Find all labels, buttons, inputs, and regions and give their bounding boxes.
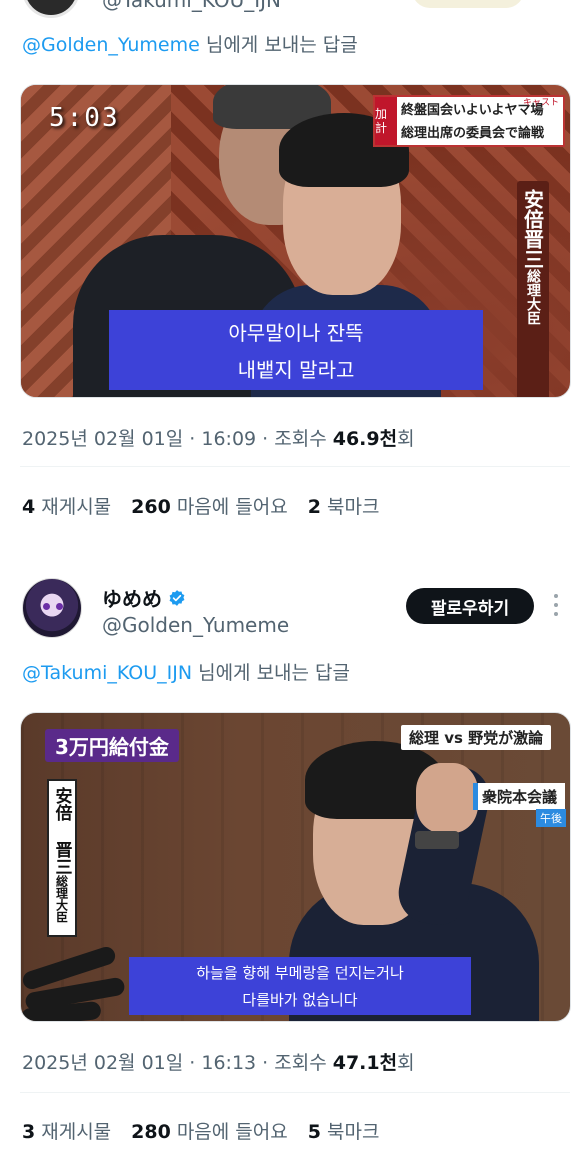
name-plate: 安倍晋三 総理大臣 [517, 181, 549, 397]
name-plate-name: 安倍 晋三 [51, 787, 72, 875]
banner-small-text: キャスト [522, 98, 559, 108]
bookmarks-label: 북마크 [326, 496, 380, 518]
likes-link[interactable]: 260 마음에 들어요 [131, 492, 288, 519]
reposts-count: 3 [22, 1121, 36, 1143]
reply-context-label: 님에게 보내는 답글 [192, 662, 351, 684]
views-label: 조회수 [274, 1052, 333, 1074]
microphones [21, 944, 131, 1021]
banner-tag: 加計 [375, 97, 397, 145]
display-name-text: ゆめめ [102, 587, 162, 611]
likes-link[interactable]: 280 마음에 들어요 [131, 1117, 288, 1144]
reposts-label: 재게시물 [41, 1121, 112, 1143]
tweet-meta: 2025년 02월 01일 · 16:13 · 조회수 47.1천회 [22, 1048, 415, 1075]
banner-line: 総理出席の委員会で論戦 [401, 126, 545, 141]
tweet-date[interactable]: 2025년 02월 01일 [22, 428, 183, 450]
name-plate: 安倍 晋三 総理大臣 [47, 779, 77, 937]
likes-count: 280 [131, 1121, 171, 1143]
caption-tag: 総理 vs 野党が激論 [401, 725, 552, 750]
name-plate-name: 安倍晋三 [520, 189, 545, 269]
engagement-stats: 3 재게시물 280 마음에 들어요 5 북마크 [22, 1117, 379, 1144]
subtitle-line: 하늘을 향해 부메랑을 던지는거나 [196, 964, 404, 982]
reply-mention-link[interactable]: @Golden_Yumeme [22, 34, 200, 56]
subtitle-line: 내뱉지 말라고 [237, 358, 355, 382]
caption-tag: 午後 [536, 809, 566, 827]
likes-label: 마음에 들어요 [176, 1121, 288, 1143]
reply-context-label: 님에게 보내는 답글 [199, 34, 358, 56]
reply-context: @Golden_Yumeme 님에게 보내는 답글 [22, 30, 358, 57]
follow-button[interactable] [412, 0, 524, 8]
likes-count: 260 [131, 496, 171, 518]
meta-separator: · [183, 428, 202, 450]
news-banner: 加計 終盤国会いよいよヤマ場 総理出席の委員会で論戦 キャスト [373, 95, 565, 147]
video-timecode: 5:03 [49, 103, 120, 133]
video-player[interactable]: 5:03 加計 終盤国会いよいよヤマ場 総理出席の委員会で論戦 キャスト 安倍晋… [20, 84, 571, 398]
meta-separator: · [256, 428, 275, 450]
subtitle-line: 다를바가 없습니다 [242, 991, 358, 1009]
tweet-time[interactable]: 16:09 [201, 428, 256, 450]
bookmarks-link[interactable]: 2 북마크 [308, 492, 380, 519]
divider [20, 466, 570, 467]
display-name[interactable]: ゆめめ [102, 583, 186, 612]
engagement-stats: 4 재게시물 260 마음에 들어요 2 북마크 [22, 492, 379, 519]
reposts-label: 재게시물 [41, 496, 112, 518]
caption-tag: 衆院本会議 [473, 783, 565, 810]
reply-mention-link[interactable]: @Takumi_KOU_IJN [22, 662, 192, 684]
meta-separator: · [183, 1052, 202, 1074]
reposts-link[interactable]: 4 재게시물 [22, 492, 111, 519]
wristwatch [415, 831, 459, 849]
reposts-link[interactable]: 3 재게시물 [22, 1117, 111, 1144]
verified-badge-icon [169, 589, 185, 606]
meta-separator: · [256, 1052, 275, 1074]
tweet-time[interactable]: 16:13 [201, 1052, 256, 1074]
tweet-date[interactable]: 2025년 02월 01일 [22, 1052, 183, 1074]
bookmarks-link[interactable]: 5 북마크 [308, 1117, 380, 1144]
name-plate-title: 総理大臣 [525, 269, 541, 325]
bookmarks-count: 2 [307, 496, 321, 518]
name-plate-title: 総理大臣 [54, 875, 69, 923]
reposts-count: 4 [22, 496, 36, 518]
divider [20, 1092, 570, 1093]
user-handle[interactable]: @Takumi_KOU_IJN [102, 0, 281, 12]
more-vertical-icon[interactable] [553, 594, 559, 616]
tweet-meta: 2025년 02월 01일 · 16:09 · 조회수 46.9천회 [22, 424, 415, 451]
bookmarks-count: 5 [307, 1121, 321, 1143]
views-label: 조회수 [274, 428, 333, 450]
bookmarks-label: 북마크 [326, 1121, 380, 1143]
views-count: 46.9천 [332, 428, 398, 450]
avatar-eye [56, 603, 63, 610]
views-suffix: 회 [397, 428, 415, 450]
avatar[interactable] [22, 578, 82, 638]
views-suffix: 회 [397, 1052, 415, 1074]
views-count: 47.1천 [332, 1052, 398, 1074]
user-handle[interactable]: @Golden_Yumeme [102, 613, 289, 637]
subtitle-line: 아무말이나 잔뜩 [228, 321, 364, 345]
avatar[interactable] [22, 0, 80, 18]
caption-tag: 3万円給付金 [45, 729, 179, 762]
person-hand [416, 763, 478, 833]
follow-button[interactable]: 팔로우하기 [406, 588, 534, 624]
avatar-eye [43, 603, 50, 610]
video-player[interactable]: 3万円給付金 総理 vs 野党が激論 衆院本会議 午後 安倍 晋三 総理大臣 하늘… [20, 712, 571, 1022]
likes-label: 마음에 들어요 [176, 496, 288, 518]
video-subtitle: 아무말이나 잔뜩 내뱉지 말라고 [109, 310, 483, 390]
reply-context: @Takumi_KOU_IJN 님에게 보내는 답글 [22, 658, 350, 685]
video-subtitle: 하늘을 향해 부메랑을 던지는거나 다를바가 없습니다 [129, 957, 471, 1015]
